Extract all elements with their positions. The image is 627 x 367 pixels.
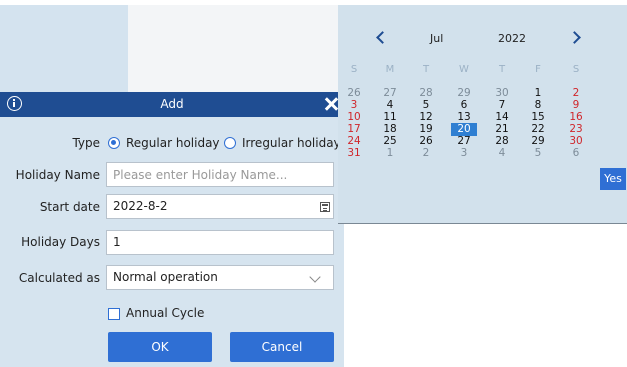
calendar-icon[interactable]	[320, 202, 330, 212]
weekday-label: T	[498, 64, 506, 75]
ok-button[interactable]: OK	[108, 332, 212, 362]
weekday-label: S	[572, 64, 580, 75]
calendar-day[interactable]: 3	[451, 147, 477, 160]
weekday-label: W	[459, 64, 469, 75]
weekday-label: F	[535, 64, 541, 75]
calculated-as-select[interactable]: Normal operation	[106, 265, 334, 290]
type-label: Type	[72, 136, 100, 150]
chevron-right-icon[interactable]	[568, 31, 581, 44]
irregular-holiday-label[interactable]: Irregular holiday	[242, 136, 341, 150]
calendar-year[interactable]: 2022	[498, 32, 526, 45]
calculated-as-value: Normal operation	[113, 270, 218, 284]
holiday-days-value: 1	[113, 235, 121, 249]
dialog-header: Add	[0, 92, 344, 117]
calendar-day[interactable]: 4	[489, 147, 515, 160]
calendar-day[interactable]: 2	[413, 147, 439, 160]
holiday-days-label: Holiday Days	[21, 235, 100, 249]
start-date-value: 2022-8-2	[113, 199, 168, 213]
holiday-days-input[interactable]: 1	[106, 230, 334, 255]
holiday-name-input[interactable]	[106, 162, 334, 187]
calendar-day[interactable]: 6	[563, 147, 589, 160]
annual-cycle-label[interactable]: Annual Cycle	[126, 306, 204, 320]
weekday-label: M	[385, 64, 395, 75]
add-holiday-dialog: Add Type Regular holiday Irregular holid…	[0, 92, 344, 367]
calendar-day[interactable]: 5	[525, 147, 551, 160]
yes-button[interactable]: Yes	[600, 168, 626, 190]
calculated-as-label: Calculated as	[18, 271, 100, 285]
annual-cycle-checkbox[interactable]	[108, 308, 120, 320]
background-panel	[0, 0, 128, 92]
start-date-label: Start date	[39, 200, 100, 214]
calendar-day[interactable]: 31	[341, 147, 367, 160]
regular-holiday-radio[interactable]	[108, 137, 120, 149]
weekday-label: T	[422, 64, 430, 75]
cancel-button[interactable]: Cancel	[230, 332, 334, 362]
regular-holiday-label[interactable]: Regular holiday	[126, 136, 220, 150]
chevron-left-icon[interactable]	[376, 31, 389, 44]
dialog-title: Add	[160, 97, 184, 111]
start-date-field[interactable]: 2022-8-2	[106, 194, 334, 219]
background-area	[128, 0, 338, 92]
weekday-label: S	[350, 64, 358, 75]
date-picker: Jul 2022 SMTWTFS 26 27 28 29 30 1 2 3 4 5 6 7 8 9 10 11…	[338, 5, 627, 224]
irregular-holiday-radio[interactable]	[224, 137, 236, 149]
holiday-name-label: Holiday Name	[15, 168, 100, 182]
calendar-day[interactable]: 1	[377, 147, 403, 160]
calendar-month[interactable]: Jul	[430, 32, 443, 45]
